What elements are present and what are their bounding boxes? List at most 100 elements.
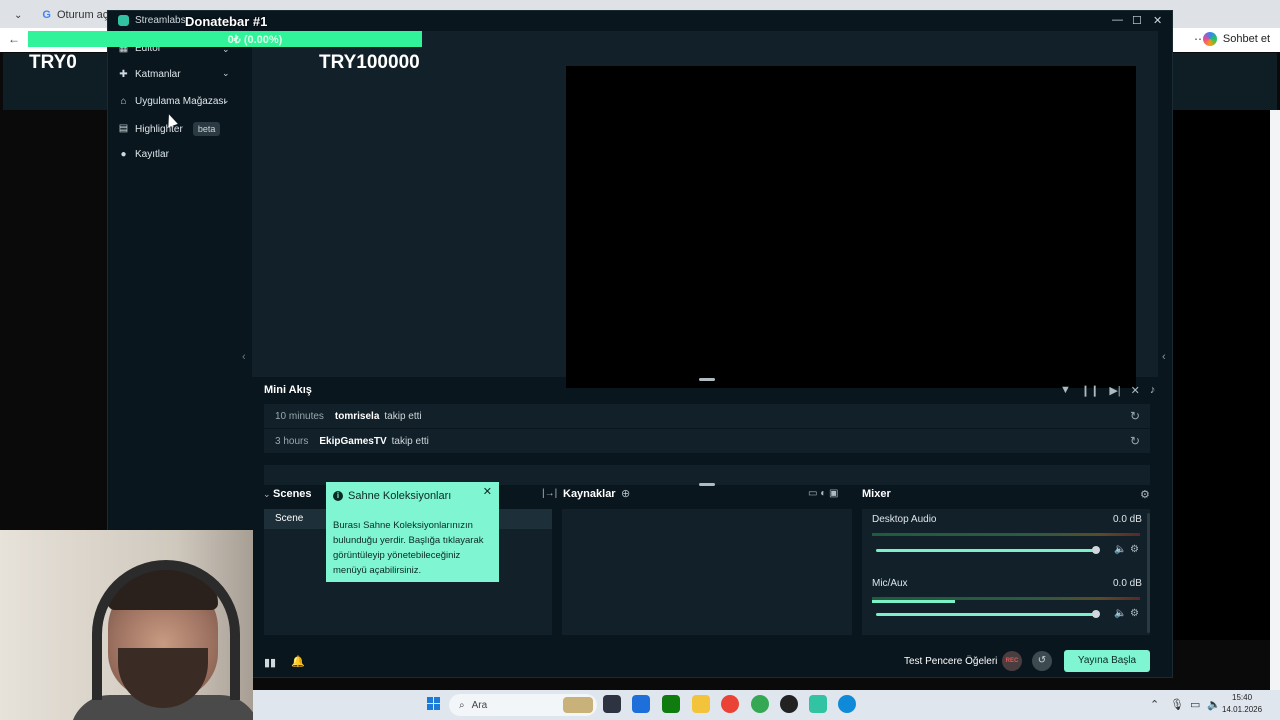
gear-icon[interactable]: ⚙: [1130, 608, 1139, 619]
skip-icon[interactable]: ▶|: [1109, 384, 1120, 397]
expand-panel-icon[interactable]: ‹: [1162, 351, 1166, 363]
repeat-alert-icon[interactable]: ↻: [1130, 434, 1140, 448]
chevron-down-icon[interactable]: ⌄: [222, 95, 230, 106]
copilot-icon: [1202, 32, 1217, 46]
speaker-icon[interactable]: 🔈: [1114, 544, 1126, 555]
minimize-icon[interactable]: —: [1112, 14, 1123, 26]
scenes-title[interactable]: Scenes: [273, 488, 312, 500]
add-source-icon[interactable]: ⊕: [621, 487, 630, 500]
resize-handle[interactable]: [699, 378, 715, 381]
sidebar-item-recordings[interactable]: ● Kayıtlar: [118, 148, 168, 160]
record-button[interactable]: REC: [1002, 651, 1022, 671]
file-explorer-icon[interactable]: [692, 695, 710, 713]
info-icon: i: [333, 491, 343, 501]
donation-progress-bar: 0₺ (0.00%): [28, 31, 422, 47]
mixer-scrollbar[interactable]: [1147, 513, 1150, 633]
streamlabs-logo-icon: [118, 15, 129, 26]
chrome-profile-icon[interactable]: [751, 695, 769, 713]
window-title: Streamlabs: [135, 15, 186, 26]
mixer-channel-name: Mic/Aux: [872, 578, 908, 589]
microphone-icon[interactable]: 🎙: [1170, 698, 1184, 711]
feed-event-row: 10 minutes tomrisela takip etti ↻: [264, 404, 1150, 428]
outlook-icon[interactable]: [632, 695, 650, 713]
donation-goal-amount: TRY100000: [319, 52, 420, 73]
taskbar-search[interactable]: ⌕ Ara: [449, 694, 597, 716]
scene-collapse-icon[interactable]: |→|: [542, 488, 557, 499]
clock-date: 14.01.2026: [1222, 705, 1263, 714]
event-time: 10 minutes: [275, 410, 324, 422]
mixer-channel-db: 0.0 dB: [1113, 578, 1142, 589]
collapse-sidebar-icon[interactable]: ‹: [242, 351, 246, 363]
taskbar-search-placeholder: Ara: [471, 699, 488, 711]
chevron-up-icon[interactable]: ⌃: [1150, 698, 1159, 711]
mixer-channel-name: Desktop Audio: [872, 514, 937, 525]
xbox-icon[interactable]: [662, 695, 680, 713]
gear-icon[interactable]: ⚙: [1130, 544, 1139, 555]
speaker-icon[interactable]: 🔈: [1114, 608, 1126, 619]
test-widgets-button[interactable]: Test Pencere Öğeleri: [904, 656, 997, 667]
feed-event-row: 3 hours EkipGamesTV takip etti ↻: [264, 429, 1150, 453]
sidebar-item-app-store[interactable]: ⌂ Uygulama Mağazası: [118, 96, 226, 107]
donatebar-title: Donatebar #1: [185, 14, 268, 29]
volume-slider-knob[interactable]: [1092, 546, 1100, 554]
stream-preview[interactable]: [566, 66, 1136, 388]
donation-progress-text: 0₺ (0.00%): [227, 33, 283, 46]
preview-area: [252, 31, 1158, 388]
close-icon[interactable]: ✕: [1153, 14, 1162, 27]
resize-handle[interactable]: [699, 483, 715, 486]
recordings-icon: ●: [120, 148, 127, 160]
tooltip-title: Sahne Koleksiyonları: [348, 490, 452, 502]
event-action: takip etti: [391, 435, 429, 447]
volume-icon[interactable]: ♪: [1150, 384, 1156, 397]
task-view-icon[interactable]: [603, 695, 621, 713]
copilot-chat-label: Sohbet et: [1222, 33, 1270, 45]
highlighter-icon: ▤: [118, 123, 129, 134]
sidebar-item-layers[interactable]: ✚ Katmanlar: [118, 69, 181, 80]
volume-slider-knob[interactable]: [1092, 610, 1100, 618]
event-action: takip etti: [384, 410, 422, 422]
streamlabs-taskbar-icon[interactable]: [809, 695, 827, 713]
taskbar-clock[interactable]: 15:40 14.01.2026: [1222, 692, 1262, 716]
chevron-down-icon[interactable]: ⌄: [263, 489, 271, 500]
mini-feed-toolbar: ▼ ❙❙ ▶| ✕ ♪: [1060, 384, 1155, 397]
page-scrollbar[interactable]: [1270, 110, 1280, 690]
search-icon: ⌕: [459, 699, 465, 711]
sources-list: [562, 509, 852, 635]
event-user: EkipGamesTV: [319, 435, 387, 447]
bell-icon[interactable]: 🔔: [291, 655, 305, 668]
pause-icon[interactable]: ❙❙: [1081, 384, 1099, 397]
stats-icon[interactable]: ▮▮: [264, 656, 276, 669]
mute-alerts-icon[interactable]: ✕: [1131, 384, 1140, 397]
chevron-down-icon[interactable]: ⌄: [14, 10, 22, 21]
event-time: 3 hours: [275, 435, 309, 447]
sidebar-item-label: Uygulama Mağazası: [135, 96, 227, 107]
google-icon: G: [42, 9, 51, 21]
beta-badge: beta: [192, 122, 221, 136]
event-user: tomrisela: [334, 410, 380, 422]
edge-icon[interactable]: [838, 695, 856, 713]
source-tools-icon[interactable]: ▭ ◐ ▣: [808, 488, 839, 499]
copilot-chat-button[interactable]: Sohbet et: [1202, 32, 1270, 46]
headset: [92, 560, 240, 700]
go-live-button[interactable]: Yayına Başla: [1064, 650, 1150, 672]
sidebar-item-label: Highlighter: [135, 123, 183, 135]
sidebar-item-label: Katmanlar: [135, 69, 181, 80]
volume-slider[interactable]: [876, 613, 1096, 616]
network-icon[interactable]: ▭: [1190, 698, 1200, 711]
windows-start-icon[interactable]: [427, 697, 441, 711]
filter-icon[interactable]: ▼: [1060, 384, 1071, 397]
maximize-icon[interactable]: ☐: [1132, 14, 1142, 27]
volume-slider[interactable]: [876, 549, 1096, 552]
back-arrow-icon[interactable]: ←: [8, 32, 20, 46]
replay-buffer-icon[interactable]: ↺: [1032, 651, 1052, 671]
gear-icon[interactable]: ⚙: [1140, 488, 1150, 501]
clock-time: 15:40: [1232, 693, 1253, 702]
scene-collections-tooltip: i Sahne Koleksiyonları ✕ Burası Sahne Ko…: [326, 482, 499, 582]
volume-icon[interactable]: 🔈: [1207, 698, 1221, 711]
chrome-icon[interactable]: [721, 695, 739, 713]
chevron-down-icon[interactable]: ⌄: [222, 68, 230, 79]
tooltip-body: Burası Sahne Koleksiyonlarınızın bulundu…: [333, 520, 484, 576]
close-icon[interactable]: ✕: [483, 485, 492, 498]
repeat-alert-icon[interactable]: ↻: [1130, 409, 1140, 423]
app-icon[interactable]: [780, 695, 798, 713]
